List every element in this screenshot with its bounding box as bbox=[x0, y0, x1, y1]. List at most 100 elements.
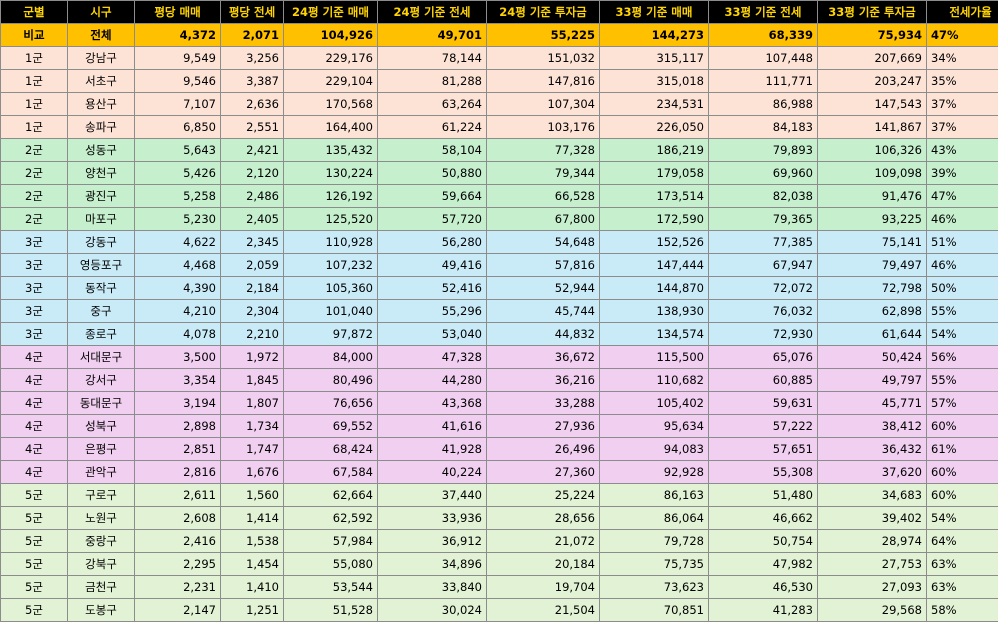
table-cell[interactable]: 50,754 bbox=[709, 530, 818, 553]
table-cell[interactable]: 성동구 bbox=[68, 139, 135, 162]
table-cell[interactable]: 60% bbox=[927, 461, 998, 484]
table-cell[interactable]: 강남구 bbox=[68, 47, 135, 70]
table-cell[interactable]: 45,744 bbox=[487, 300, 600, 323]
table-cell[interactable]: 86,163 bbox=[600, 484, 709, 507]
table-cell[interactable]: 47% bbox=[927, 24, 998, 47]
table-cell[interactable]: 34,683 bbox=[818, 484, 927, 507]
table-cell[interactable]: 106,326 bbox=[818, 139, 927, 162]
table-cell[interactable]: 4,622 bbox=[135, 231, 221, 254]
table-cell[interactable]: 234,531 bbox=[600, 93, 709, 116]
table-cell[interactable]: 29,568 bbox=[818, 599, 927, 622]
table-cell[interactable]: 67,584 bbox=[284, 461, 378, 484]
table-cell[interactable]: 172,590 bbox=[600, 208, 709, 231]
table-cell[interactable]: 57,651 bbox=[709, 438, 818, 461]
table-cell[interactable]: 9,549 bbox=[135, 47, 221, 70]
table-cell[interactable]: 성북구 bbox=[68, 415, 135, 438]
table-cell[interactable]: 315,117 bbox=[600, 47, 709, 70]
table-cell[interactable]: 1,560 bbox=[221, 484, 284, 507]
table-cell[interactable]: 5군 bbox=[1, 507, 68, 530]
table-cell[interactable]: 229,176 bbox=[284, 47, 378, 70]
table-cell[interactable]: 41,283 bbox=[709, 599, 818, 622]
table-cell[interactable]: 134,574 bbox=[600, 323, 709, 346]
table-cell[interactable]: 109,098 bbox=[818, 162, 927, 185]
table-cell[interactable]: 147,444 bbox=[600, 254, 709, 277]
table-cell[interactable]: 57% bbox=[927, 392, 998, 415]
table-cell[interactable]: 2,295 bbox=[135, 553, 221, 576]
table-cell[interactable]: 147,816 bbox=[487, 70, 600, 93]
table-cell[interactable]: 46% bbox=[927, 208, 998, 231]
table-cell[interactable]: 79,365 bbox=[709, 208, 818, 231]
table-cell[interactable]: 55,225 bbox=[487, 24, 600, 47]
table-cell[interactable]: 86,064 bbox=[600, 507, 709, 530]
table-cell[interactable]: 44,832 bbox=[487, 323, 600, 346]
table-cell[interactable]: 173,514 bbox=[600, 185, 709, 208]
table-cell[interactable]: 164,400 bbox=[284, 116, 378, 139]
table-cell[interactable]: 69,960 bbox=[709, 162, 818, 185]
table-cell[interactable]: 5군 bbox=[1, 576, 68, 599]
table-cell[interactable]: 78,144 bbox=[378, 47, 487, 70]
table-cell[interactable]: 63,264 bbox=[378, 93, 487, 116]
table-cell[interactable]: 55,296 bbox=[378, 300, 487, 323]
table-cell[interactable]: 52,944 bbox=[487, 277, 600, 300]
table-cell[interactable]: 7,107 bbox=[135, 93, 221, 116]
header-cell[interactable]: 평당 전세 bbox=[221, 1, 284, 24]
table-cell[interactable]: 77,328 bbox=[487, 139, 600, 162]
table-cell[interactable]: 73,623 bbox=[600, 576, 709, 599]
table-cell[interactable]: 51,528 bbox=[284, 599, 378, 622]
header-cell[interactable]: 평당 매매 bbox=[135, 1, 221, 24]
table-cell[interactable]: 76,032 bbox=[709, 300, 818, 323]
table-cell[interactable]: 21,072 bbox=[487, 530, 600, 553]
table-cell[interactable]: 1,972 bbox=[221, 346, 284, 369]
table-cell[interactable]: 152,526 bbox=[600, 231, 709, 254]
table-cell[interactable]: 금천구 bbox=[68, 576, 135, 599]
table-cell[interactable]: 3군 bbox=[1, 277, 68, 300]
table-cell[interactable]: 2,898 bbox=[135, 415, 221, 438]
table-cell[interactable]: 95,634 bbox=[600, 415, 709, 438]
table-cell[interactable]: 60% bbox=[927, 415, 998, 438]
table-cell[interactable]: 55% bbox=[927, 300, 998, 323]
table-cell[interactable]: 125,520 bbox=[284, 208, 378, 231]
table-cell[interactable]: 1,747 bbox=[221, 438, 284, 461]
header-cell[interactable]: 33평 기준 매매 bbox=[600, 1, 709, 24]
table-cell[interactable]: 3군 bbox=[1, 300, 68, 323]
table-cell[interactable]: 동작구 bbox=[68, 277, 135, 300]
table-cell[interactable]: 2,551 bbox=[221, 116, 284, 139]
table-cell[interactable]: 91,476 bbox=[818, 185, 927, 208]
table-cell[interactable]: 3,194 bbox=[135, 392, 221, 415]
table-cell[interactable]: 101,040 bbox=[284, 300, 378, 323]
table-cell[interactable]: 은평구 bbox=[68, 438, 135, 461]
table-cell[interactable]: 61% bbox=[927, 438, 998, 461]
table-cell[interactable]: 79,344 bbox=[487, 162, 600, 185]
table-cell[interactable]: 144,273 bbox=[600, 24, 709, 47]
table-cell[interactable]: 30,024 bbox=[378, 599, 487, 622]
table-cell[interactable]: 4,468 bbox=[135, 254, 221, 277]
table-cell[interactable]: 25,224 bbox=[487, 484, 600, 507]
table-cell[interactable]: 55% bbox=[927, 369, 998, 392]
table-cell[interactable]: 4군 bbox=[1, 461, 68, 484]
table-cell[interactable]: 2,184 bbox=[221, 277, 284, 300]
table-cell[interactable]: 43% bbox=[927, 139, 998, 162]
table-cell[interactable]: 39% bbox=[927, 162, 998, 185]
table-cell[interactable]: 43,368 bbox=[378, 392, 487, 415]
table-cell[interactable]: 강동구 bbox=[68, 231, 135, 254]
table-cell[interactable]: 59,664 bbox=[378, 185, 487, 208]
table-cell[interactable]: 1군 bbox=[1, 47, 68, 70]
table-cell[interactable]: 27,360 bbox=[487, 461, 600, 484]
table-cell[interactable]: 130,224 bbox=[284, 162, 378, 185]
table-cell[interactable]: 103,176 bbox=[487, 116, 600, 139]
table-cell[interactable]: 63% bbox=[927, 576, 998, 599]
table-cell[interactable]: 2,816 bbox=[135, 461, 221, 484]
table-cell[interactable]: 68,424 bbox=[284, 438, 378, 461]
table-cell[interactable]: 203,247 bbox=[818, 70, 927, 93]
table-cell[interactable]: 82,038 bbox=[709, 185, 818, 208]
table-cell[interactable]: 67,947 bbox=[709, 254, 818, 277]
table-cell[interactable]: 126,192 bbox=[284, 185, 378, 208]
table-cell[interactable]: 도봉구 bbox=[68, 599, 135, 622]
table-cell[interactable]: 4군 bbox=[1, 438, 68, 461]
table-cell[interactable]: 송파구 bbox=[68, 116, 135, 139]
table-cell[interactable]: 1,454 bbox=[221, 553, 284, 576]
table-cell[interactable]: 65,076 bbox=[709, 346, 818, 369]
header-cell[interactable]: 전세가율 bbox=[927, 1, 998, 24]
table-cell[interactable]: 5군 bbox=[1, 530, 68, 553]
table-cell[interactable]: 서대문구 bbox=[68, 346, 135, 369]
